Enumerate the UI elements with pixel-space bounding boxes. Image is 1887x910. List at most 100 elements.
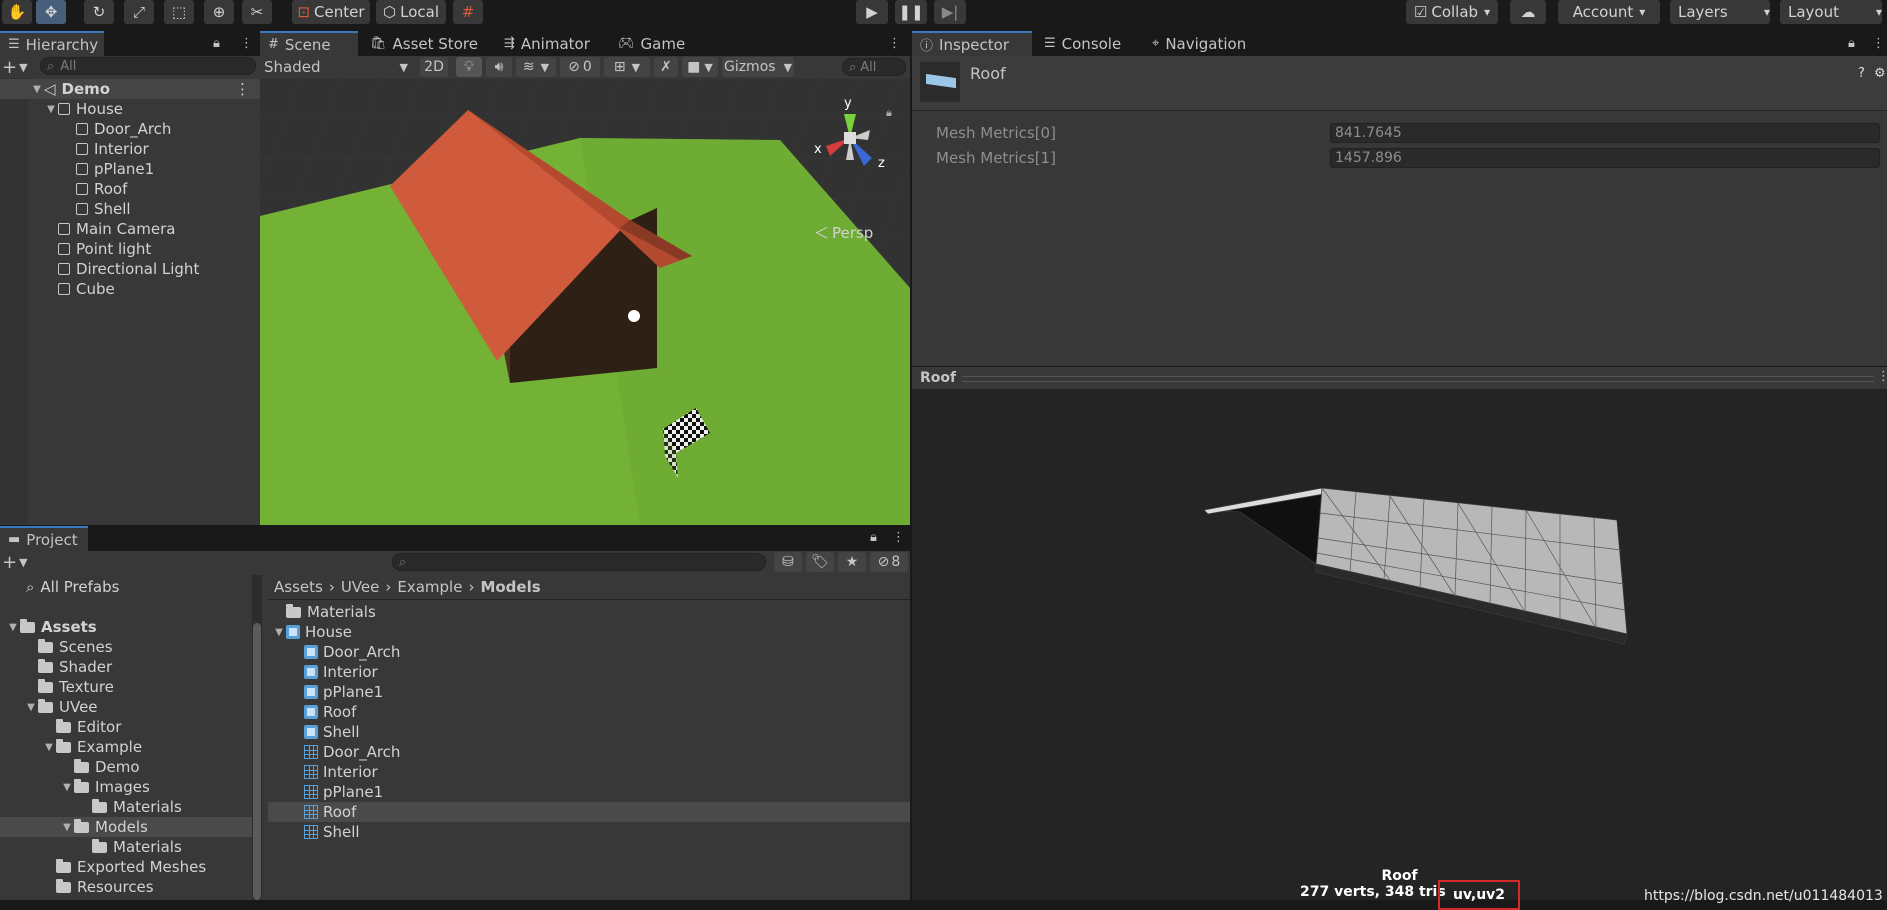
effects-dropdown[interactable]: ≋ ▼ [516,57,556,77]
rotate-tool-button[interactable]: ↻ [84,0,114,24]
project-folder-exported-meshes[interactable]: Exported Meshes [0,857,252,877]
expand-arrow-icon[interactable]: ▼ [60,822,74,833]
mesh-preview[interactable] [912,388,1887,900]
expand-arrow-icon[interactable]: ▼ [42,742,56,753]
hierarchy-item-cube[interactable]: Cube [44,279,115,299]
project-folder-resources[interactable]: Resources [0,877,252,897]
project-file-prefab-pplane1[interactable]: pPlane1 [268,682,910,702]
tools-toggle[interactable]: ✗ [654,57,678,77]
gizmo-lock-icon[interactable]: 🔒︎ [886,106,892,120]
camera-dropdown[interactable]: ■ ▼ [682,57,718,77]
lock-icon[interactable]: 🔒︎ [213,36,220,51]
filter-by-type-button[interactable]: ⛁ [774,552,802,572]
lighting-toggle[interactable]: 💡︎ [456,57,482,77]
project-folder-shader[interactable]: Shader [0,657,252,677]
orientation-gizmo[interactable]: y x z 🔒︎ [814,96,900,188]
tab-navigation[interactable]: ⌖ Navigation [1144,31,1284,56]
tab-inspector[interactable]: ⓘ Inspector [912,31,1032,56]
tab-asset-store[interactable]: 🛍︎ Asset Store [362,31,494,56]
project-folder-texture[interactable]: Texture [0,677,252,697]
custom-tool-button[interactable]: ✂ [242,0,272,24]
hierarchy-item-point-light[interactable]: Point light [44,239,151,259]
project-file-prefab-door-arch[interactable]: Door_Arch [268,642,910,662]
expand-arrow-icon[interactable]: ▼ [44,104,58,115]
shading-mode-dropdown[interactable]: Shaded ▼ [264,56,412,78]
grid-dropdown[interactable]: ⊞ ▼ [604,57,650,77]
project-folder-materials[interactable]: Materials [0,837,252,857]
more-menu-icon[interactable]: ⋮ [240,36,253,51]
tab-hierarchy[interactable]: ☰ Hierarchy [0,31,104,56]
hierarchy-item-door-arch[interactable]: Door_Arch [62,119,171,139]
project-folder-assets[interactable]: ▼ Assets [0,617,252,637]
hierarchy-item-house[interactable]: ▼ House [44,99,123,119]
2d-toggle[interactable]: 2D [420,57,448,77]
collab-dropdown[interactable]: ☑ Collab [1406,0,1498,24]
breadcrumb-models[interactable]: Models [480,578,540,596]
project-file-mesh-shell[interactable]: Shell [268,822,910,842]
rect-tool-button[interactable]: ⬚ [164,0,194,24]
mesh-metrics-field[interactable]: 1457.896 [1330,148,1880,168]
project-folder-uvee[interactable]: ▼ UVee [0,697,252,717]
lock-icon[interactable]: 🔒︎ [1848,36,1855,51]
project-search-input[interactable]: ⌕ [392,553,766,571]
tab-console[interactable]: ☰ Console [1036,31,1140,56]
favorite-all-prefabs[interactable]: ⌕ All Prefabs [26,577,119,597]
project-file-mesh-pplane1[interactable]: pPlane1 [268,782,910,802]
more-menu-icon[interactable]: ⋮ [888,36,901,51]
project-folder-models[interactable]: ▼ Models [0,817,252,837]
expand-arrow-icon[interactable]: ▼ [24,702,38,713]
expand-arrow-icon[interactable]: ▼ [60,782,74,793]
project-folder-editor[interactable]: Editor [0,717,252,737]
project-file-mesh-roof[interactable]: Roof [268,802,910,822]
scene-search-input[interactable]: ⌕ All [842,58,906,76]
project-folder-example[interactable]: ▼ Example [0,737,252,757]
breadcrumb-uvee[interactable]: UVee [341,578,380,596]
project-folder-scenes[interactable]: Scenes [0,637,252,657]
preview-drag-handle[interactable] [962,376,1874,382]
account-dropdown[interactable]: Account [1558,0,1660,24]
scene-root-row[interactable]: ▼ ◁ Demo ⋮ [0,79,260,99]
hierarchy-item-directional-light[interactable]: Directional Light [44,259,199,279]
move-tool-button[interactable]: ✥ [36,0,66,24]
tree-scrollbar-thumb[interactable] [253,623,261,900]
scene-menu-icon[interactable]: ⋮ [235,80,250,98]
help-icon[interactable]: ? [1858,66,1865,81]
more-menu-icon[interactable]: ⋮ [892,530,905,545]
project-folder-materials[interactable]: Materials [0,797,252,817]
project-file-folder-materials[interactable]: Materials [268,602,910,622]
breadcrumb-example[interactable]: Example [397,578,462,596]
transform-tool-button[interactable]: ⊕ [204,0,234,24]
project-folder-images[interactable]: ▼ Images [0,777,252,797]
hierarchy-item-interior[interactable]: Interior [62,139,149,159]
layers-dropdown[interactable]: Layers [1670,0,1770,24]
hierarchy-item-shell[interactable]: Shell [62,199,131,219]
project-file-mesh-interior[interactable]: Interior [268,762,910,782]
project-file-prefab-interior[interactable]: Interior [268,662,910,682]
project-file-prefab-roof[interactable]: Roof [268,702,910,722]
point-light-gizmo[interactable] [628,310,640,322]
hierarchy-item-main-camera[interactable]: Main Camera [44,219,175,239]
audio-toggle[interactable]: 🔊︎ [486,57,512,77]
hidden-packages-toggle[interactable]: ⊘ 8 [870,552,908,572]
expand-arrow-icon[interactable]: ▼ [30,84,44,95]
hierarchy-search-input[interactable]: ⌕ All [40,57,256,75]
scale-tool-button[interactable]: ⤢ [124,0,154,24]
filter-by-label-button[interactable]: 🏷︎ [806,552,834,572]
tab-project[interactable]: ▬ Project [0,526,88,551]
pause-button[interactable]: ❚❚ [895,0,927,24]
pivot-mode-button[interactable]: ⊡ Center [292,0,370,24]
pivot-space-button[interactable]: ⬡ Local [376,0,446,24]
hidden-objects-toggle[interactable]: ⊘ 0 [560,57,600,77]
scene-viewport[interactable]: y x z 🔒︎ ＜ Persp [260,78,910,525]
tab-animator[interactable]: ⇶ Animator [496,31,620,56]
favorites-button[interactable]: ★ [838,552,866,572]
projection-toggle[interactable]: ＜ Persp [814,222,873,243]
tab-scene[interactable]: # Scene [260,31,358,56]
project-file-prefab-shell[interactable]: Shell [268,722,910,742]
project-file-prefab-house[interactable]: ▼ House [268,622,910,642]
gizmos-dropdown[interactable]: Gizmos ▼ [722,57,794,77]
more-menu-icon[interactable]: ⋮ [1872,36,1885,51]
cloud-button[interactable]: ☁ [1510,0,1546,24]
expand-arrow-icon[interactable]: ▼ [6,622,20,633]
tree-scrollbar[interactable] [252,575,262,900]
